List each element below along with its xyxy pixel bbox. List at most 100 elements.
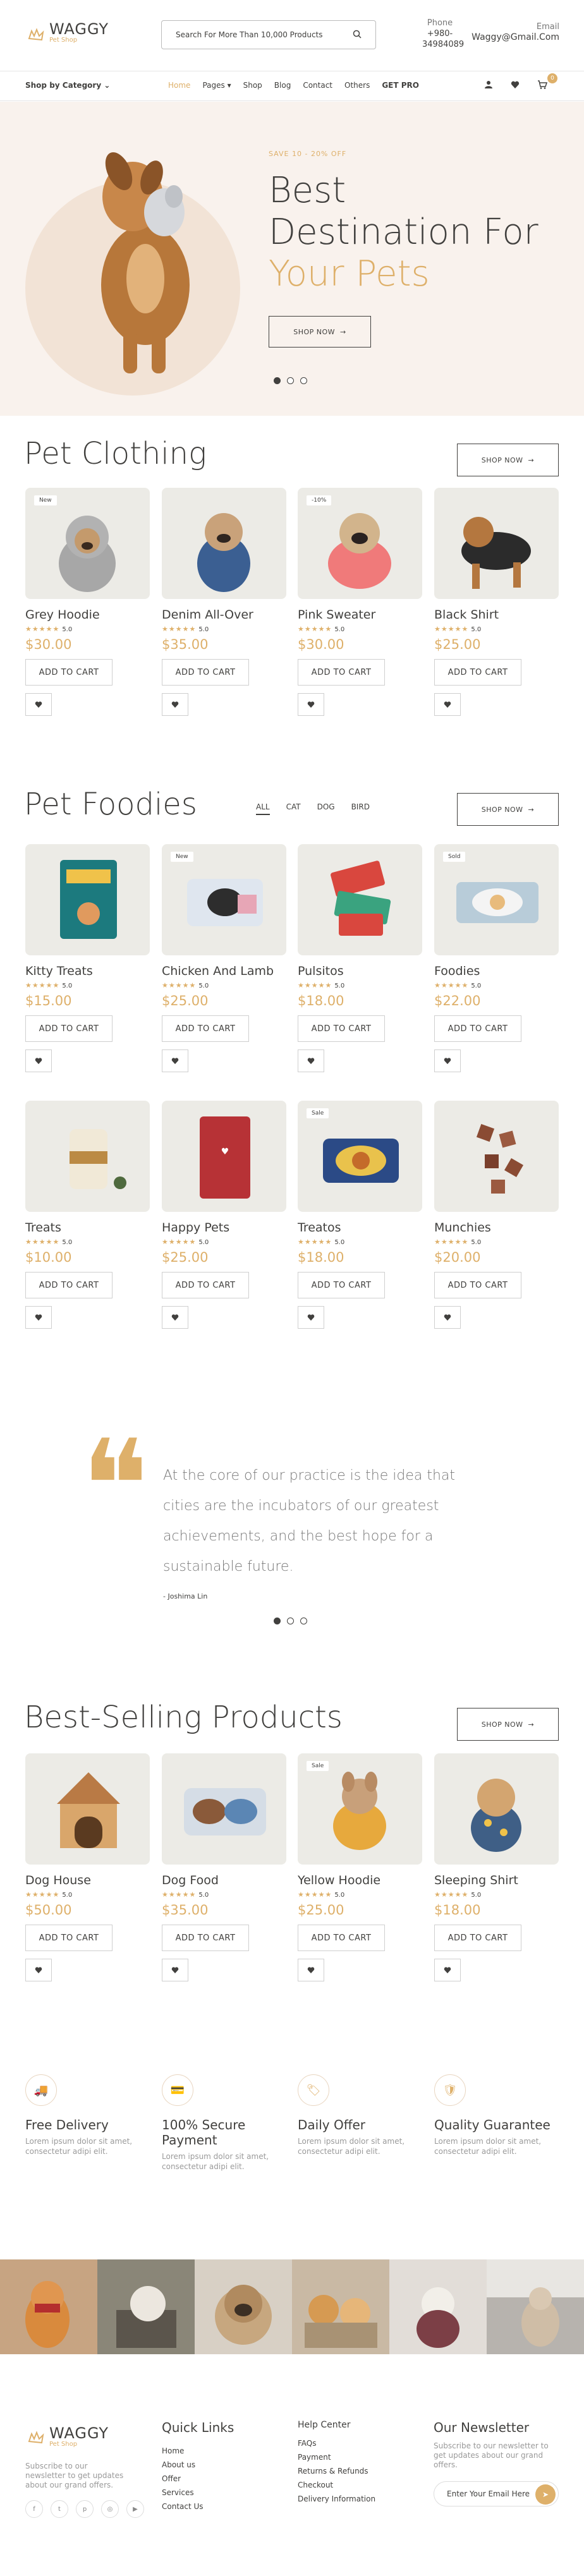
wishlist-heart-icon[interactable] — [25, 1959, 52, 1981]
carousel-dot[interactable] — [300, 1618, 307, 1624]
wishlist-heart-icon[interactable] — [25, 1306, 52, 1329]
product-card[interactable]: Denim All-Over ★★★★★ 5.0 $35.00 ADD TO CART — [162, 488, 286, 716]
product-card[interactable]: Sale Treatos ★★★★★ 5.0 $18.00 ADD TO CART — [298, 1101, 422, 1329]
product-image[interactable] — [434, 1753, 559, 1865]
product-card[interactable]: New Chicken And Lamb ★★★★★ 5.0 $25.00 ADD TO … — [162, 844, 286, 1072]
add-to-cart-button[interactable]: ADD TO CART — [434, 1015, 521, 1042]
wishlist-heart-icon[interactable] — [298, 1959, 324, 1981]
add-to-cart-button[interactable]: ADD TO CART — [25, 1272, 113, 1298]
product-card[interactable]: -10% Pink Sweater ★★★★★ 5.0 $30.00 ADD TO CAR… — [298, 488, 422, 716]
filter-bird[interactable]: BIRD — [351, 802, 370, 815]
product-card[interactable]: Dog Food ★★★★★ 5.0 $35.00 ADD TO CART — [162, 1753, 286, 1981]
product-image[interactable]: ♥ — [162, 1101, 286, 1212]
carousel-dot[interactable] — [287, 1618, 294, 1624]
heart-icon[interactable] — [511, 80, 520, 92]
search-input[interactable]: Search For More Than 10,000 Products — [161, 20, 376, 49]
filter-all[interactable]: ALL — [256, 802, 270, 815]
product-image[interactable] — [162, 1753, 286, 1865]
footer-link-delivery[interactable]: Delivery Information — [298, 2492, 375, 2506]
product-name[interactable]: Treats — [25, 1221, 150, 1235]
footer-link-home[interactable]: Home — [162, 2444, 204, 2458]
nav-shop[interactable]: Shop — [243, 81, 262, 90]
product-image[interactable] — [434, 1101, 559, 1212]
product-card[interactable]: Kitty Treats ★★★★★ 5.0 $15.00 ADD TO CART — [25, 844, 150, 1072]
gallery-image-dog-shirt[interactable] — [389, 2259, 487, 2354]
carousel-dot[interactable] — [287, 377, 294, 384]
product-image[interactable] — [434, 488, 559, 599]
wishlist-heart-icon[interactable] — [298, 1306, 324, 1329]
product-image[interactable]: New — [162, 844, 286, 955]
clothing-shop-now-button[interactable]: SHOP NOW → — [457, 444, 559, 476]
product-card[interactable]: Sold Foodies ★★★★★ 5.0 $22.00 ADD TO CART — [434, 844, 559, 1072]
add-to-cart-button[interactable]: ADD TO CART — [25, 1925, 113, 1951]
product-name[interactable]: Pink Sweater — [298, 608, 422, 622]
product-image[interactable]: New — [25, 488, 150, 599]
product-image[interactable]: Sale — [298, 1753, 422, 1865]
product-name[interactable]: Denim All-Over — [162, 608, 286, 622]
product-image[interactable] — [25, 1101, 150, 1212]
nav-contact[interactable]: Contact — [303, 81, 332, 90]
gallery-image-pug[interactable] — [195, 2259, 292, 2354]
shop-by-category-dropdown[interactable]: Shop by Category ⌄ — [25, 81, 110, 90]
carousel-dot[interactable] — [274, 377, 281, 384]
add-to-cart-button[interactable]: ADD TO CART — [162, 1925, 249, 1951]
wishlist-heart-icon[interactable] — [25, 1049, 52, 1072]
product-card[interactable]: New Grey Hoodie ★★★★★ 5.0 $30.00 ADD TO CART — [25, 488, 150, 716]
add-to-cart-button[interactable]: ADD TO CART — [25, 659, 113, 686]
add-to-cart-button[interactable]: ADD TO CART — [25, 1015, 113, 1042]
gallery-image-corgis[interactable] — [292, 2259, 389, 2354]
facebook-icon[interactable]: f — [25, 2500, 43, 2518]
wishlist-heart-icon[interactable] — [434, 693, 461, 716]
add-to-cart-button[interactable]: ADD TO CART — [434, 659, 521, 686]
product-name[interactable]: Treatos — [298, 1221, 422, 1235]
carousel-dot[interactable] — [300, 377, 307, 384]
add-to-cart-button[interactable]: ADD TO CART — [298, 1272, 385, 1298]
wishlist-heart-icon[interactable] — [434, 1306, 461, 1329]
search-icon[interactable] — [353, 30, 362, 40]
product-card[interactable]: ♥ Happy Pets ★★★★★ 5.0 $25.00 ADD TO CART — [162, 1101, 286, 1329]
send-icon[interactable]: ➤ — [535, 2484, 556, 2505]
product-image[interactable] — [25, 1753, 150, 1865]
product-image[interactable] — [298, 844, 422, 955]
product-card[interactable]: Pulsitos ★★★★★ 5.0 $18.00 ADD TO CART — [298, 844, 422, 1072]
product-image[interactable]: Sold — [434, 844, 559, 955]
footer-link-contact[interactable]: Contact Us — [162, 2500, 204, 2513]
user-icon[interactable] — [484, 80, 493, 92]
carousel-dot[interactable] — [274, 1618, 281, 1624]
add-to-cart-button[interactable]: ADD TO CART — [434, 1272, 521, 1298]
product-name[interactable]: Black Shirt — [434, 608, 559, 622]
product-name[interactable]: Chicken And Lamb — [162, 964, 286, 978]
product-name[interactable]: Pulsitos — [298, 964, 422, 978]
add-to-cart-button[interactable]: ADD TO CART — [298, 659, 385, 686]
product-image[interactable] — [25, 844, 150, 955]
add-to-cart-button[interactable]: ADD TO CART — [298, 1925, 385, 1951]
add-to-cart-button[interactable]: ADD TO CART — [162, 1272, 249, 1298]
twitter-icon[interactable]: t — [51, 2500, 68, 2518]
footer-link-about[interactable]: About us — [162, 2458, 204, 2472]
add-to-cart-button[interactable]: ADD TO CART — [162, 659, 249, 686]
product-card[interactable]: Treats ★★★★★ 5.0 $10.00 ADD TO CART — [25, 1101, 150, 1329]
footer-link-offer[interactable]: Offer — [162, 2472, 204, 2486]
youtube-icon[interactable]: ▶ — [126, 2500, 144, 2518]
product-name[interactable]: Foodies — [434, 964, 559, 978]
logo[interactable]: WAGGY Pet Shop — [25, 21, 109, 44]
footer-link-payment[interactable]: Payment — [298, 2450, 375, 2464]
gallery-image-cat-window[interactable] — [487, 2259, 584, 2354]
wishlist-heart-icon[interactable] — [162, 1959, 188, 1981]
nav-blog[interactable]: Blog — [274, 81, 291, 90]
product-card[interactable]: Dog House ★★★★★ 5.0 $50.00 ADD TO CART — [25, 1753, 150, 1981]
nav-others[interactable]: Others — [344, 81, 370, 90]
nav-get-pro[interactable]: GET PRO — [382, 81, 419, 90]
product-image[interactable] — [162, 488, 286, 599]
pinterest-icon[interactable]: p — [76, 2500, 94, 2518]
bestselling-shop-now-button[interactable]: SHOP NOW → — [457, 1708, 559, 1741]
phone-value-2[interactable]: 34984089 — [422, 39, 464, 50]
product-card[interactable]: Black Shirt ★★★★★ 5.0 $25.00 ADD TO CART — [434, 488, 559, 716]
footer-link-checkout[interactable]: Checkout — [298, 2478, 375, 2492]
phone-value-1[interactable]: +980- — [422, 28, 458, 39]
add-to-cart-button[interactable]: ADD TO CART — [298, 1015, 385, 1042]
footer-link-services[interactable]: Services — [162, 2486, 204, 2500]
product-card[interactable]: Sale Yellow Hoodie ★★★★★ 5.0 $25.00 ADD TO CA… — [298, 1753, 422, 1981]
footer-link-returns[interactable]: Returns & Refunds — [298, 2464, 375, 2478]
wishlist-heart-icon[interactable] — [298, 1049, 324, 1072]
